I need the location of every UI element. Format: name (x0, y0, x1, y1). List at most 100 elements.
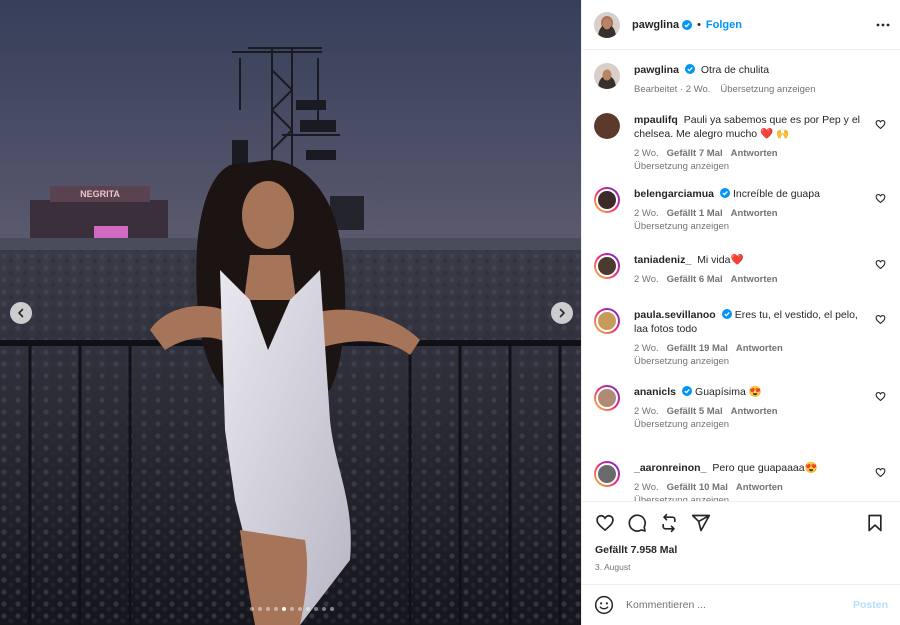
comment-like-heart-icon[interactable] (875, 314, 886, 325)
comment-meta: 2 Wo. Gefällt 6 Mal Antworten (634, 273, 866, 286)
commenter-avatar[interactable] (594, 187, 620, 213)
translate-link[interactable]: Übersetzung anzeigen (634, 418, 858, 431)
carousel-dot (298, 607, 302, 611)
comment-meta: 2 Wo. Gefällt 1 Mal Antworten Übersetzung a… (634, 207, 866, 233)
translate-link[interactable]: Übersetzung anzeigen (634, 160, 858, 173)
comment-likes[interactable]: Gefällt 7 Mal (667, 148, 723, 159)
comment-input[interactable] (626, 599, 836, 611)
caption-avatar[interactable] (594, 63, 620, 89)
comment-like-heart-icon[interactable] (875, 119, 886, 130)
comment-time[interactable]: 2 Wo. (634, 406, 659, 417)
follow-button[interactable]: Folgen (706, 19, 742, 31)
commenter-avatar[interactable] (594, 385, 620, 411)
comment-item: belengarciamua Increíble de guapa 2 Wo. Gef… (594, 187, 894, 233)
comment-like-heart-icon[interactable] (875, 467, 886, 478)
comment-item: mpaulifq Pauli ya sabemos que es por Pep … (594, 113, 894, 173)
repost-button[interactable] (654, 508, 684, 538)
commenter-username[interactable]: belengarciamua (634, 188, 714, 200)
comment-text: Pero que guapaaaa😍 (712, 462, 818, 474)
translate-link[interactable]: Übersetzung anzeigen (634, 494, 858, 501)
header-separator: • (697, 18, 701, 31)
comment-likes[interactable]: Gefällt 19 Mal (667, 343, 728, 354)
commenter-avatar[interactable] (594, 308, 620, 334)
commenter-username[interactable]: _aaronreinon_ (634, 462, 706, 474)
caption-translate[interactable]: Übersetzung anzeigen (720, 84, 815, 95)
carousel-dots (250, 607, 334, 611)
comment-time[interactable]: 2 Wo. (634, 148, 659, 159)
post-date[interactable]: 3. August (582, 562, 900, 572)
reply-button[interactable]: Antworten (731, 208, 778, 219)
reply-button[interactable]: Antworten (731, 406, 778, 417)
carousel-next-button[interactable] (551, 302, 573, 324)
likes-count[interactable]: Gefällt 7.958 Mal (582, 544, 900, 556)
comment-likes[interactable]: Gefällt 5 Mal (667, 406, 723, 417)
send-icon (691, 514, 711, 532)
commenter-username[interactable]: paula.sevillanoo (634, 309, 716, 321)
commenter-username[interactable]: mpaulifq (634, 114, 678, 126)
comment-likes[interactable]: Gefällt 10 Mal (667, 482, 728, 493)
caption-time[interactable]: 2 Wo. (686, 84, 711, 95)
comment-like-heart-icon[interactable] (875, 259, 886, 270)
author-username[interactable]: pawglina (632, 19, 679, 31)
comment-item: taniadeniz_ Mi vida❤️ 2 Wo. Gefällt 6 Mal An… (594, 253, 894, 286)
post-media[interactable]: NEGRITA (0, 0, 581, 625)
comment-body: ananicls Guapísima 😍 2 Wo. Gefällt 5 Mal Ant… (634, 385, 866, 431)
post-dialog: NEGRITA pawglina • Folgen pawglina Otra … (0, 0, 900, 625)
comment-time[interactable]: 2 Wo. (634, 208, 659, 219)
commenter-avatar[interactable] (594, 113, 620, 139)
action-icons-row (582, 502, 900, 544)
comment-body: mpaulifq Pauli ya sabemos que es por Pep … (634, 113, 866, 173)
translate-link[interactable]: Übersetzung anzeigen (634, 355, 858, 368)
comment-time[interactable]: 2 Wo. (634, 482, 659, 493)
comment-text-line: _aaronreinon_ Pero que guapaaaa😍 (634, 461, 866, 475)
like-button[interactable] (590, 508, 620, 538)
repost-icon (662, 513, 676, 533)
comments-list[interactable]: pawglina Otra de chulita Bearbeitet · 2 … (582, 51, 900, 501)
verified-badge-icon (684, 64, 695, 74)
comment-likes[interactable]: Gefällt 6 Mal (667, 274, 723, 285)
chevron-right-icon (559, 308, 565, 318)
heart-icon (596, 514, 614, 532)
reply-button[interactable]: Antworten (731, 148, 778, 159)
emoji-icon[interactable] (594, 595, 614, 615)
carousel-prev-button[interactable] (10, 302, 32, 324)
more-icon[interactable] (876, 18, 890, 32)
commenter-avatar[interactable] (594, 461, 620, 487)
save-button[interactable] (860, 508, 890, 538)
comment-meta: 2 Wo. Gefällt 7 Mal Antworten Übersetzung a… (634, 147, 866, 173)
commenter-username[interactable]: taniadeniz_ (634, 254, 691, 266)
comment-meta: 2 Wo. Gefällt 19 Mal Antworten Übersetzung … (634, 342, 866, 368)
post-comment-button[interactable]: Posten (853, 599, 888, 611)
reply-button[interactable]: Antworten (736, 482, 783, 493)
post-sidebar: pawglina • Folgen pawglina Otra de chuli… (581, 0, 900, 625)
comment-meta: 2 Wo. Gefällt 5 Mal Antworten Übersetzung a… (634, 405, 866, 431)
carousel-dot (330, 607, 334, 611)
share-button[interactable] (686, 508, 716, 538)
caption-username[interactable]: pawglina (634, 64, 679, 76)
reply-button[interactable]: Antworten (736, 343, 783, 354)
comment-meta: 2 Wo. Gefällt 10 Mal Antworten Übersetzung … (634, 481, 866, 501)
comment-item: _aaronreinon_ Pero que guapaaaa😍 2 Wo. Gefä… (594, 461, 894, 501)
verified-badge-icon (721, 309, 732, 319)
commenter-avatar[interactable] (594, 253, 620, 279)
comment-time[interactable]: 2 Wo. (634, 274, 659, 285)
commenter-username[interactable]: ananicls (634, 386, 676, 398)
comment-text-line: paula.sevillanoo Eres tu, el vestido, el … (634, 308, 866, 336)
avatar-image (594, 113, 620, 139)
comment-likes[interactable]: Gefällt 1 Mal (667, 208, 723, 219)
reply-button[interactable]: Antworten (731, 274, 778, 285)
comment-like-heart-icon[interactable] (875, 193, 886, 204)
comment-button[interactable] (622, 508, 652, 538)
comment-body: taniadeniz_ Mi vida❤️ 2 Wo. Gefällt 6 Mal An… (634, 253, 866, 286)
caption-meta-dot: · (677, 84, 686, 95)
comment-like-heart-icon[interactable] (875, 391, 886, 402)
comment-item: paula.sevillanoo Eres tu, el vestido, el … (594, 308, 894, 368)
author-avatar[interactable] (594, 11, 620, 38)
comment-time[interactable]: 2 Wo. (634, 343, 659, 354)
comment-body: _aaronreinon_ Pero que guapaaaa😍 2 Wo. Gefä… (634, 461, 866, 501)
comment-text-line: belengarciamua Increíble de guapa (634, 187, 866, 201)
translate-link[interactable]: Übersetzung anzeigen (634, 220, 858, 233)
caption-text-line: pawglina Otra de chulita (634, 63, 866, 77)
verified-badge-icon (682, 19, 693, 30)
carousel-dot (258, 607, 262, 611)
